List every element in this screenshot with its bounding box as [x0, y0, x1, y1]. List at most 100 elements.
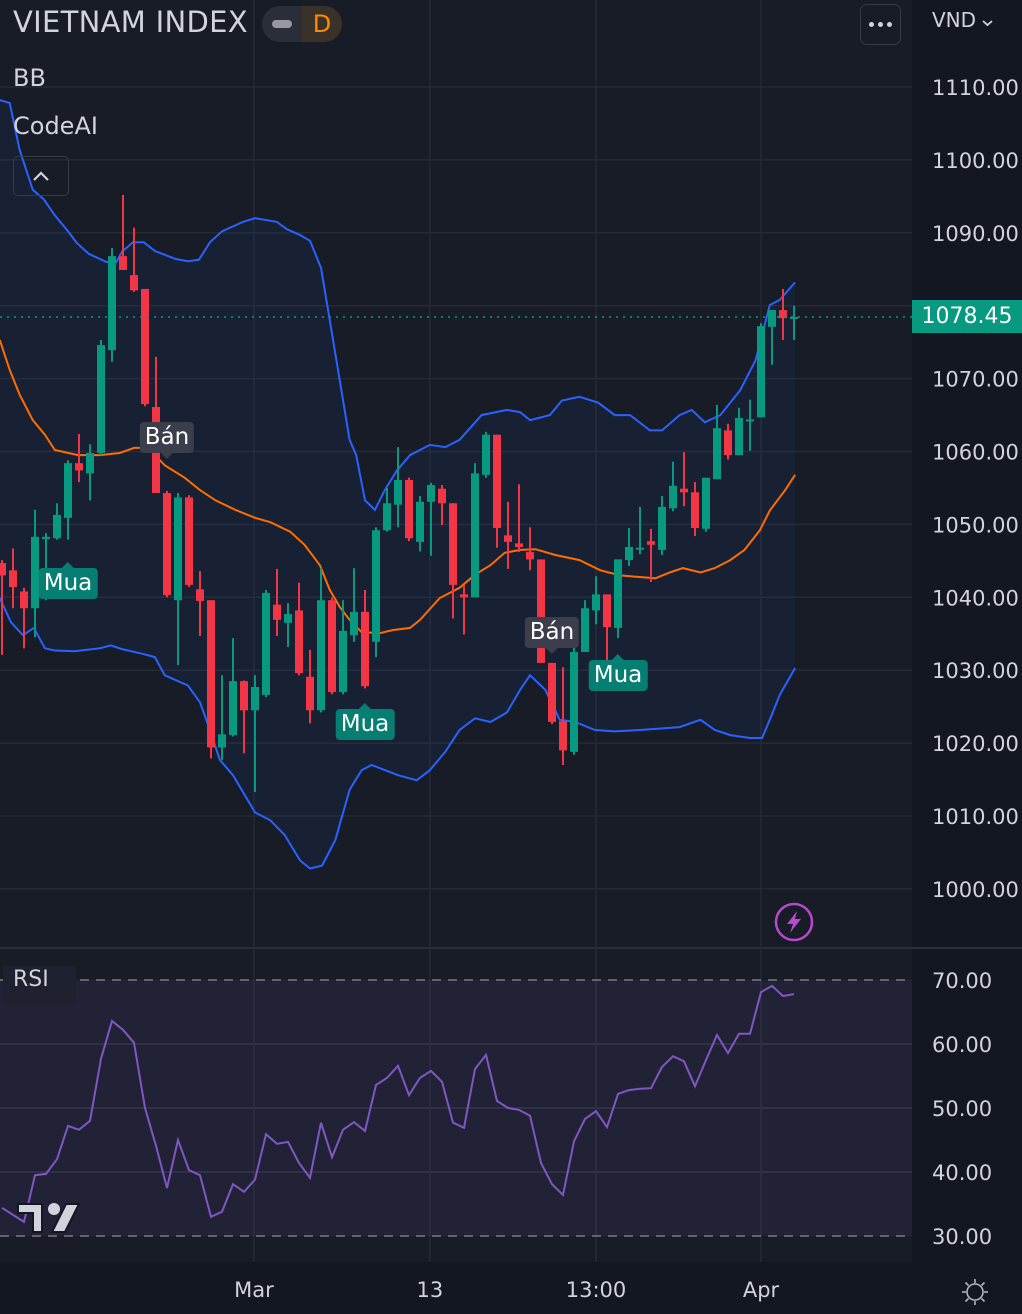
time-tick-label: 13:00 — [565, 1278, 627, 1302]
indicator-codeai-label[interactable]: CodeAI — [13, 112, 98, 140]
candle-body — [75, 463, 83, 471]
candle-body — [669, 485, 677, 509]
symbol-title[interactable]: VIETNAM INDEX — [13, 5, 248, 39]
candle-body — [328, 600, 336, 693]
candle-body — [141, 288, 149, 405]
candle-body — [229, 681, 237, 736]
candle-body — [460, 594, 468, 598]
time-tick-label: Mar — [234, 1278, 274, 1302]
chevron-up-icon — [33, 171, 49, 181]
candle-body — [768, 310, 776, 327]
candle-body — [163, 493, 171, 596]
candle-body — [658, 506, 666, 550]
currency-label: VND — [932, 8, 977, 32]
indicator-rsi-label[interactable]: RSI — [3, 966, 76, 1004]
price-tick-label: 1090.00 — [932, 222, 1019, 246]
candle-body — [614, 559, 622, 628]
minus-icon[interactable] — [262, 6, 302, 42]
rsi-tick-label: 60.00 — [932, 1033, 992, 1057]
candle — [372, 527, 380, 658]
price-tick-label: 1020.00 — [932, 732, 1019, 756]
candle-body — [372, 530, 380, 642]
candle-body — [383, 503, 391, 531]
candle-body — [603, 594, 611, 628]
candle — [108, 248, 116, 362]
rsi-tick-label: 40.00 — [932, 1161, 992, 1185]
candle — [141, 288, 149, 407]
candle-body — [9, 570, 17, 588]
candle-body — [636, 547, 644, 550]
indicator-bb-label[interactable]: BB — [13, 64, 46, 92]
candle-body — [64, 463, 72, 518]
candle-body — [416, 501, 424, 542]
rsi-plot — [0, 979, 912, 1237]
rsi-tick-label: 50.00 — [932, 1097, 992, 1121]
settings-sun-icon[interactable] — [961, 1278, 989, 1306]
chart-canvas[interactable]: 1110.00 1100.00 1090.00 1070.00 1060.00 1050.… — [0, 0, 1022, 1314]
candle — [97, 339, 105, 456]
chevron-down-icon — [982, 20, 994, 27]
interval-toggle[interactable]: D — [262, 6, 342, 42]
rsi-tick-label: 70.00 — [932, 969, 992, 993]
candle — [702, 477, 710, 532]
candle-body — [218, 734, 226, 748]
more-options-button[interactable] — [860, 4, 901, 45]
candle-body — [317, 600, 325, 711]
candle-body — [53, 514, 61, 539]
price-tick-label: 1030.00 — [932, 659, 1019, 683]
candle-body — [119, 256, 127, 270]
candle-body — [108, 256, 116, 351]
candle-body — [548, 662, 556, 722]
candle-body — [526, 552, 534, 560]
candle — [262, 590, 270, 698]
price-tick-label: 1070.00 — [932, 368, 1019, 392]
lightning-icon[interactable] — [774, 902, 814, 942]
candle-body — [339, 630, 347, 693]
candle-body — [471, 473, 479, 598]
buy-signal-label: Mua — [38, 561, 98, 599]
collapse-indicators-button[interactable] — [13, 156, 69, 196]
candle-body — [174, 497, 182, 601]
candle-body — [427, 485, 435, 502]
sell-signal-label: Bán — [139, 421, 195, 459]
candle-body — [273, 604, 281, 620]
candle-body — [361, 611, 369, 687]
candle — [207, 600, 215, 759]
candle-body — [702, 477, 710, 529]
candle-body — [0, 563, 6, 576]
candle-body — [97, 345, 105, 453]
candle-body — [559, 721, 567, 751]
candle-body — [42, 536, 50, 539]
candle-body — [570, 651, 578, 752]
candle-body — [405, 479, 413, 539]
price-tick-label: 1060.00 — [932, 441, 1019, 465]
candle — [548, 662, 556, 725]
interval-label[interactable]: D — [302, 6, 342, 42]
candle — [482, 431, 490, 478]
candle — [185, 495, 193, 588]
candle-body — [295, 610, 303, 674]
candle-body — [251, 686, 259, 711]
candle — [614, 559, 622, 639]
tradingview-logo[interactable] — [16, 1200, 82, 1236]
price-tick-label: 1050.00 — [932, 513, 1019, 537]
candle-body — [284, 614, 292, 623]
candle-body — [262, 592, 270, 695]
buy-signal-label: Mua — [588, 654, 648, 692]
price-tick-label: 1040.00 — [932, 586, 1019, 610]
price-tick-label: 1000.00 — [932, 878, 1019, 902]
candle-body — [394, 479, 402, 505]
candle-body — [449, 503, 457, 585]
rsi-band-fill — [0, 980, 912, 1236]
candle-body — [713, 428, 721, 480]
candle-body — [581, 608, 589, 652]
time-tick-label: Apr — [742, 1278, 780, 1302]
candle-body — [350, 611, 358, 636]
candle-body — [625, 546, 633, 561]
price-tick-label: 1100.00 — [932, 149, 1019, 173]
time-tick-label: 13 — [416, 1278, 444, 1302]
currency-selector[interactable]: VND — [932, 8, 994, 32]
candle-body — [438, 488, 446, 504]
candle-body — [306, 676, 314, 711]
candle-body — [647, 541, 655, 545]
